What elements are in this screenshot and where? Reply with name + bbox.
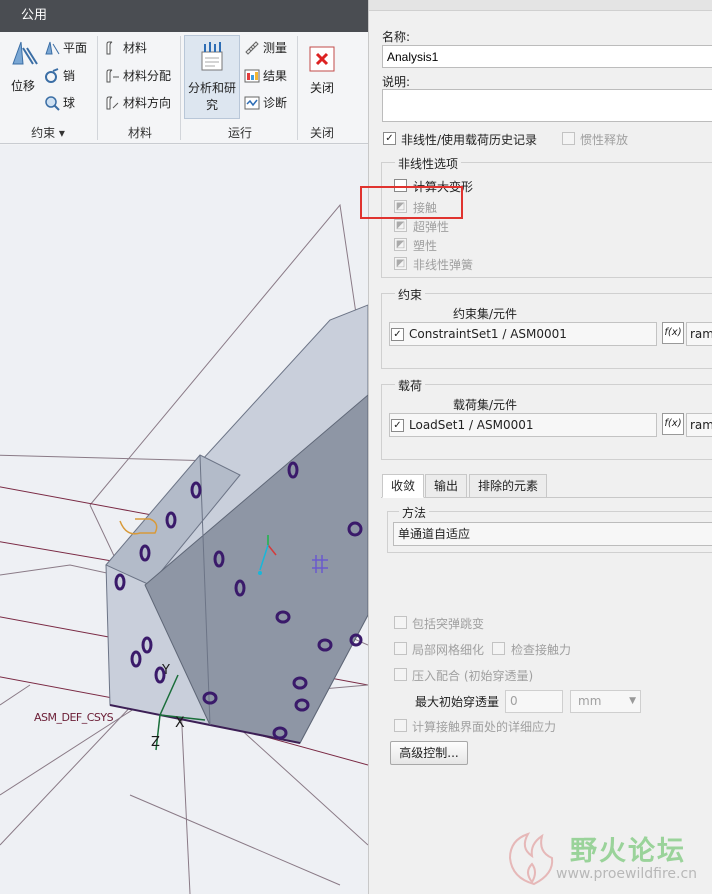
- method-title: 方法: [399, 504, 430, 521]
- material-button[interactable]: 材料: [104, 39, 147, 56]
- tab-convergence[interactable]: 收敛: [382, 474, 425, 498]
- plasticity-label: 塑性: [413, 239, 438, 253]
- local-mesh-label: 局部网格细化: [412, 643, 485, 657]
- inertia-relief-checkbox[interactable]: [562, 132, 575, 145]
- close-icon: [309, 46, 335, 72]
- constraints-group-label[interactable]: 约束 ▾: [28, 124, 68, 141]
- tab-common[interactable]: 公用: [10, 0, 58, 32]
- loads-column-header: 载荷集/元件: [453, 398, 518, 412]
- loads-row-value: LoadSet1 / ASM0001: [409, 418, 534, 432]
- constraints-ramp-cell[interactable]: ram: [686, 322, 712, 346]
- ribbon-separator: [97, 36, 98, 140]
- watermark-logo-icon: [508, 832, 554, 886]
- model-viewport[interactable]: Y X Z ASM_DEF_CSYS: [0, 145, 368, 894]
- displacement-icon: [12, 41, 38, 65]
- dialog-title-strip: [369, 0, 712, 11]
- advanced-control-button[interactable]: 高级控制...: [390, 741, 468, 765]
- analysis-definition-dialog: 名称: 说明: ✓ 非线性/使用载荷历史记录 惯性释放 非线性选项 计算大变形 …: [368, 0, 712, 894]
- constraints-function-button[interactable]: f(x): [662, 322, 684, 344]
- constraints-row-value: ConstraintSet1 / ASM0001: [409, 327, 567, 341]
- press-fit-checkbox[interactable]: [394, 668, 407, 681]
- plasticity-checkbox[interactable]: ◩: [394, 238, 407, 251]
- loads-title: 载荷: [395, 377, 426, 394]
- inertia-relief-label: 惯性释放: [580, 133, 629, 147]
- max-penetration-field[interactable]: 0: [505, 690, 563, 713]
- hyperelastic-label: 超弹性: [413, 220, 450, 234]
- description-field[interactable]: [382, 89, 712, 122]
- material-assignment-button[interactable]: 材料分配: [104, 67, 171, 84]
- hyperelastic-checkbox[interactable]: ◩: [394, 219, 407, 232]
- name-field[interactable]: [382, 45, 712, 68]
- material-orientation-button[interactable]: 材料方向: [104, 94, 171, 111]
- constraints-title: 约束: [395, 286, 426, 303]
- close-group-label: 关闭: [309, 126, 334, 140]
- plane-icon: [45, 41, 60, 54]
- check-contact-checkbox[interactable]: [492, 642, 505, 655]
- nonlinear-spring-checkbox[interactable]: ◩: [394, 257, 407, 270]
- analysis-icon: [201, 42, 223, 71]
- z-axis-label: Z: [151, 735, 160, 750]
- run-group-label: 运行: [227, 126, 252, 140]
- ribbon-tab-bar: 公用: [0, 0, 368, 32]
- tab-excluded-elements[interactable]: 排除的元素: [469, 474, 548, 498]
- measure-icon: [245, 40, 259, 55]
- press-fit-label: 压入配合 (初始穿透量): [412, 669, 534, 683]
- ribbon-separator: [297, 36, 298, 140]
- description-label: 说明:: [382, 75, 411, 89]
- pin-button[interactable]: 销: [44, 67, 75, 84]
- nonlinear-checkbox-label: 非线性/使用载荷历史记录: [401, 133, 538, 147]
- csys-label: ASM_DEF_CSYS: [34, 711, 114, 724]
- unit-dropdown[interactable]: mm ▼: [570, 690, 641, 713]
- local-mesh-checkbox[interactable]: [394, 642, 407, 655]
- constraints-column-header: 约束集/元件: [453, 307, 518, 321]
- max-penetration-label: 最大初始穿透量: [415, 695, 500, 709]
- materials-group-label: 材料: [127, 126, 152, 140]
- ribbon-separator: [180, 36, 181, 140]
- ball-icon: [45, 95, 60, 111]
- diagnostics-button[interactable]: 诊断: [244, 94, 287, 111]
- left-pane: 公用 位移 平面 销 球 约束 ▾ 材料 材料分配 材料方向 材料 分析和研 究…: [0, 0, 368, 894]
- check-contact-label: 检查接触力: [511, 643, 572, 657]
- nonlinear-checkbox[interactable]: ✓: [383, 132, 396, 145]
- chevron-down-icon: ▼: [629, 696, 636, 706]
- watermark-url: www.proewildfire.cn: [556, 866, 698, 882]
- ribbon: 位移 平面 销 球 约束 ▾ 材料 材料分配 材料方向 材料 分析和研 究 测量…: [0, 32, 368, 144]
- watermark-text: 野火论坛: [570, 836, 686, 867]
- x-axis-label: X: [175, 715, 185, 731]
- results-icon: [244, 69, 260, 82]
- ball-button[interactable]: 球: [44, 94, 75, 111]
- measure-button[interactable]: 测量: [244, 39, 287, 56]
- nonlinear-spring-label: 非线性弹簧: [413, 258, 474, 272]
- pin-icon: [45, 67, 59, 83]
- diagnostics-icon: [244, 96, 260, 109]
- name-label: 名称:: [382, 30, 411, 44]
- detailed-stress-label: 计算接触界面处的详细应力: [412, 720, 557, 734]
- method-dropdown[interactable]: 单通道自适应: [393, 522, 712, 546]
- material-icon: [106, 41, 113, 54]
- analyses-and-studies-button[interactable]: 分析和研 究: [184, 35, 240, 119]
- close-button[interactable]: 关闭: [304, 46, 340, 96]
- detailed-stress-checkbox[interactable]: [394, 719, 407, 732]
- results-button[interactable]: 结果: [244, 67, 287, 84]
- material-assignment-icon: [106, 69, 119, 82]
- constraints-row-checkbox[interactable]: ✓: [391, 328, 404, 341]
- loads-function-button[interactable]: f(x): [662, 413, 684, 435]
- tab-output[interactable]: 输出: [425, 474, 468, 498]
- displacement-button[interactable]: 位移: [6, 38, 40, 94]
- include-snap-checkbox[interactable]: [394, 616, 407, 629]
- model-graphics: [0, 203, 368, 894]
- y-axis-label: Y: [162, 663, 170, 678]
- nonlinear-options-title: 非线性选项: [395, 155, 462, 172]
- include-snap-label: 包括突弹跳变: [412, 617, 485, 631]
- loads-ramp-cell[interactable]: ram: [686, 413, 712, 437]
- material-orientation-icon: [106, 96, 119, 109]
- plane-button[interactable]: 平面: [44, 39, 87, 56]
- highlight-box: [360, 186, 463, 219]
- loads-row-checkbox[interactable]: ✓: [391, 419, 404, 432]
